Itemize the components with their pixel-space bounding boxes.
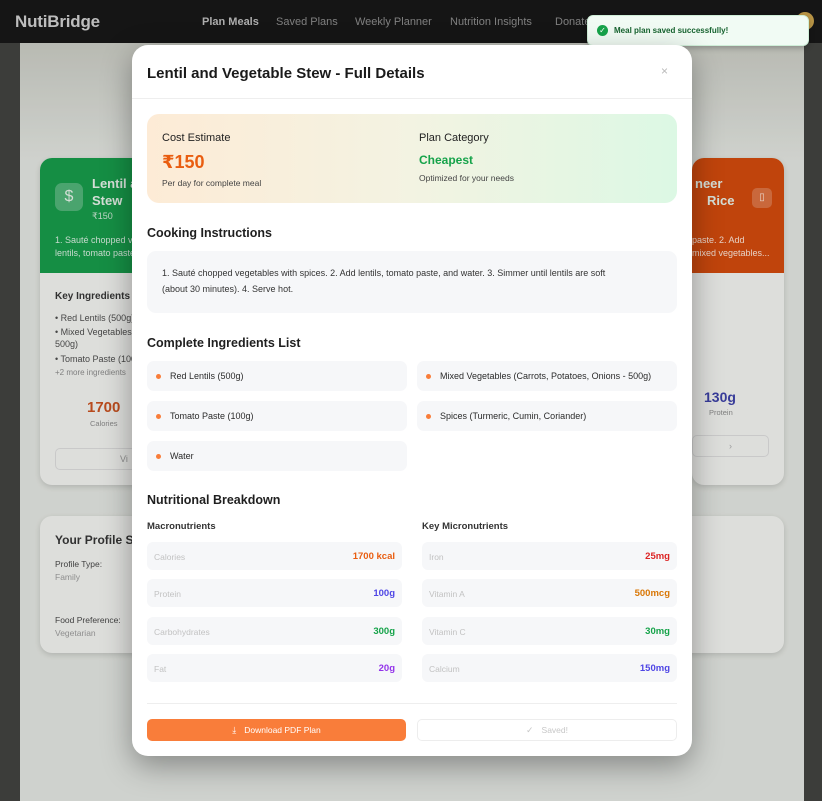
meal-details-modal: Lentil and Vegetable Stew - Full Details…	[132, 45, 692, 756]
ingredient-name: Red Lentils (500g)	[170, 371, 244, 381]
nutrient-value: 1700 kcal	[352, 551, 395, 562]
divider	[147, 703, 677, 704]
ingredients-list-title: Complete Ingredients List	[147, 336, 301, 350]
nutritional-breakdown-title: Nutritional Breakdown	[147, 493, 281, 507]
macronutrients-title: Macronutrients	[147, 521, 216, 532]
check-circle-icon: ✓	[597, 25, 608, 36]
nutrient-row-vitamin-a: Vitamin A 500mcg	[422, 579, 677, 607]
nutrient-value: 300g	[373, 626, 395, 637]
nutrient-value: 500mcg	[634, 588, 670, 599]
nutrient-name: Protein	[154, 589, 181, 599]
nutrient-name: Iron	[429, 552, 444, 562]
plan-category-value: Cheapest	[419, 153, 474, 167]
nutrient-value: 30mg	[645, 626, 670, 637]
nutrient-row-iron: Iron 25mg	[422, 542, 677, 570]
nutrient-value: 100g	[373, 588, 395, 599]
close-icon[interactable]: ×	[661, 64, 668, 78]
instructions-line: 1. Sauté chopped vegetables with spices.…	[162, 268, 606, 278]
download-icon: ⤓	[232, 724, 237, 735]
cooking-instructions-title: Cooking Instructions	[147, 226, 272, 240]
saved-label: Saved!	[541, 725, 568, 735]
check-icon: ✓	[525, 724, 534, 735]
cost-estimate-note: Per day for complete meal	[162, 178, 262, 188]
bullet-icon	[156, 373, 161, 379]
list-item: Tomato Paste (100g)	[147, 401, 407, 431]
micronutrients-title: Key Micronutrients	[422, 521, 509, 532]
nutrient-row-carbohydrates: Carbohydrates 300g	[147, 617, 402, 645]
list-item: Spices (Turmeric, Cumin, Coriander)	[417, 401, 677, 431]
saved-button[interactable]: ✓ Saved!	[417, 719, 677, 741]
toast-message: Meal plan saved successfully!	[614, 26, 729, 35]
nutrient-value: 25mg	[645, 551, 670, 562]
nutrient-value: 150mg	[639, 663, 670, 674]
nutrient-row-vitamin-c: Vitamin C 30mg	[422, 617, 677, 645]
list-item: Mixed Vegetables (Carrots, Potatoes, Oni…	[417, 361, 677, 391]
cooking-instructions: 1. Sauté chopped vegetables with spices.…	[147, 251, 677, 313]
bullet-icon	[426, 373, 431, 379]
nutrient-name: Vitamin C	[429, 627, 466, 637]
success-toast: ✓ Meal plan saved successfully!	[587, 15, 809, 46]
download-pdf-button[interactable]: ⤓ Download PDF Plan	[147, 719, 406, 741]
nutrient-name: Calories	[154, 552, 186, 562]
nutrient-name: Vitamin A	[429, 589, 465, 599]
cost-estimate-value: ₹150	[162, 152, 205, 172]
nutrient-name: Carbohydrates	[154, 627, 210, 637]
modal-title: Lentil and Vegetable Stew - Full Details	[147, 65, 425, 82]
cost-category-panel: Cost Estimate ₹150 Per day for complete …	[147, 114, 677, 203]
download-pdf-label: Download PDF Plan	[244, 725, 321, 735]
bullet-icon	[426, 413, 431, 419]
ingredient-name: Water	[170, 451, 194, 461]
cost-estimate-label: Cost Estimate	[162, 132, 231, 144]
nutrient-value: 20g	[378, 663, 395, 674]
plan-category-note: Optimized for your needs	[419, 173, 514, 183]
list-item: Water	[147, 441, 407, 471]
list-item: Red Lentils (500g)	[147, 361, 407, 391]
bullet-icon	[156, 453, 161, 459]
nutrient-name: Fat	[154, 664, 167, 674]
bullet-icon	[156, 413, 161, 419]
ingredient-name: Spices (Turmeric, Cumin, Coriander)	[440, 411, 587, 421]
nutrient-row-calories: Calories 1700 kcal	[147, 542, 402, 570]
nutrient-name: Calcium	[429, 664, 460, 674]
ingredient-name: Mixed Vegetables (Carrots, Potatoes, Oni…	[440, 371, 652, 381]
ingredient-name: Tomato Paste (100g)	[170, 411, 254, 421]
nutrient-row-calcium: Calcium 150mg	[422, 654, 677, 682]
instructions-line: (about 30 minutes). 4. Serve hot.	[162, 284, 294, 294]
plan-category-label: Plan Category	[419, 132, 489, 144]
nutrient-row-protein: Protein 100g	[147, 579, 402, 607]
divider	[132, 98, 692, 99]
nutrient-row-fat: Fat 20g	[147, 654, 402, 682]
